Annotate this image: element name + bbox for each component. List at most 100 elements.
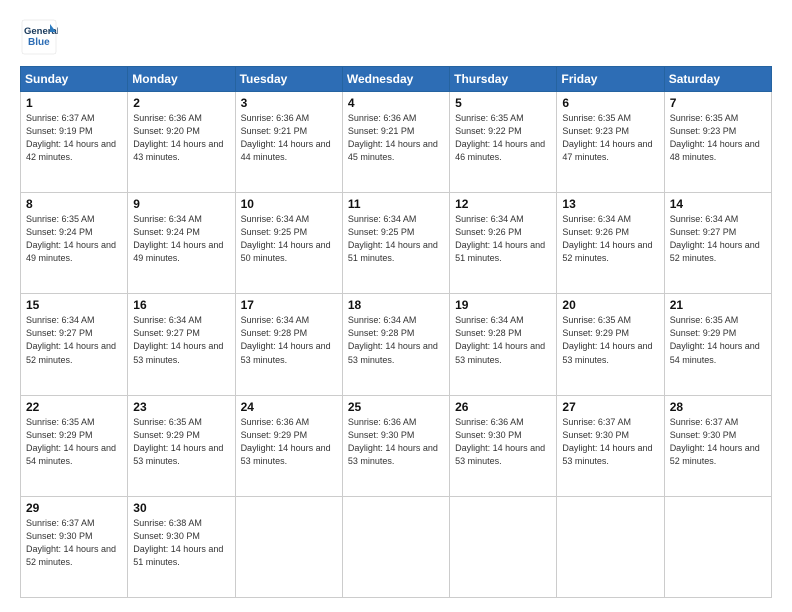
- calendar-cell: 26 Sunrise: 6:36 AMSunset: 9:30 PMDaylig…: [450, 395, 557, 496]
- week-row-4: 22 Sunrise: 6:35 AMSunset: 9:29 PMDaylig…: [21, 395, 772, 496]
- day-number: 4: [348, 96, 444, 110]
- day-number: 25: [348, 400, 444, 414]
- day-header-wednesday: Wednesday: [342, 67, 449, 92]
- calendar-cell: 7 Sunrise: 6:35 AMSunset: 9:23 PMDayligh…: [664, 92, 771, 193]
- calendar-cell: 3 Sunrise: 6:36 AMSunset: 9:21 PMDayligh…: [235, 92, 342, 193]
- day-info: Sunrise: 6:35 AMSunset: 9:23 PMDaylight:…: [670, 113, 760, 162]
- day-info: Sunrise: 6:34 AMSunset: 9:25 PMDaylight:…: [241, 214, 331, 263]
- logo: General Blue: [20, 18, 58, 56]
- day-number: 13: [562, 197, 658, 211]
- day-info: Sunrise: 6:36 AMSunset: 9:21 PMDaylight:…: [241, 113, 331, 162]
- calendar-cell: [664, 496, 771, 597]
- calendar-cell: 12 Sunrise: 6:34 AMSunset: 9:26 PMDaylig…: [450, 193, 557, 294]
- day-number: 14: [670, 197, 766, 211]
- day-number: 15: [26, 298, 122, 312]
- calendar-cell: 25 Sunrise: 6:36 AMSunset: 9:30 PMDaylig…: [342, 395, 449, 496]
- calendar-table: SundayMondayTuesdayWednesdayThursdayFrid…: [20, 66, 772, 598]
- day-number: 30: [133, 501, 229, 515]
- day-info: Sunrise: 6:36 AMSunset: 9:30 PMDaylight:…: [348, 417, 438, 466]
- calendar-cell: [557, 496, 664, 597]
- day-info: Sunrise: 6:35 AMSunset: 9:22 PMDaylight:…: [455, 113, 545, 162]
- calendar-cell: 8 Sunrise: 6:35 AMSunset: 9:24 PMDayligh…: [21, 193, 128, 294]
- day-info: Sunrise: 6:35 AMSunset: 9:24 PMDaylight:…: [26, 214, 116, 263]
- day-info: Sunrise: 6:34 AMSunset: 9:26 PMDaylight:…: [562, 214, 652, 263]
- week-row-1: 1 Sunrise: 6:37 AMSunset: 9:19 PMDayligh…: [21, 92, 772, 193]
- calendar-cell: 22 Sunrise: 6:35 AMSunset: 9:29 PMDaylig…: [21, 395, 128, 496]
- day-number: 23: [133, 400, 229, 414]
- calendar-cell: 17 Sunrise: 6:34 AMSunset: 9:28 PMDaylig…: [235, 294, 342, 395]
- day-info: Sunrise: 6:35 AMSunset: 9:23 PMDaylight:…: [562, 113, 652, 162]
- day-info: Sunrise: 6:34 AMSunset: 9:25 PMDaylight:…: [348, 214, 438, 263]
- calendar-header-row: SundayMondayTuesdayWednesdayThursdayFrid…: [21, 67, 772, 92]
- day-info: Sunrise: 6:37 AMSunset: 9:30 PMDaylight:…: [26, 518, 116, 567]
- day-info: Sunrise: 6:37 AMSunset: 9:30 PMDaylight:…: [562, 417, 652, 466]
- logo-svg: General Blue: [20, 18, 58, 56]
- calendar-cell: 5 Sunrise: 6:35 AMSunset: 9:22 PMDayligh…: [450, 92, 557, 193]
- day-header-sunday: Sunday: [21, 67, 128, 92]
- day-number: 28: [670, 400, 766, 414]
- day-info: Sunrise: 6:36 AMSunset: 9:30 PMDaylight:…: [455, 417, 545, 466]
- calendar-cell: [342, 496, 449, 597]
- calendar-cell: 1 Sunrise: 6:37 AMSunset: 9:19 PMDayligh…: [21, 92, 128, 193]
- day-number: 2: [133, 96, 229, 110]
- calendar-cell: 2 Sunrise: 6:36 AMSunset: 9:20 PMDayligh…: [128, 92, 235, 193]
- calendar-cell: 20 Sunrise: 6:35 AMSunset: 9:29 PMDaylig…: [557, 294, 664, 395]
- day-number: 20: [562, 298, 658, 312]
- day-number: 8: [26, 197, 122, 211]
- day-number: 24: [241, 400, 337, 414]
- day-header-friday: Friday: [557, 67, 664, 92]
- calendar-cell: 11 Sunrise: 6:34 AMSunset: 9:25 PMDaylig…: [342, 193, 449, 294]
- calendar-cell: 23 Sunrise: 6:35 AMSunset: 9:29 PMDaylig…: [128, 395, 235, 496]
- day-number: 12: [455, 197, 551, 211]
- day-number: 3: [241, 96, 337, 110]
- day-info: Sunrise: 6:36 AMSunset: 9:21 PMDaylight:…: [348, 113, 438, 162]
- calendar-cell: 30 Sunrise: 6:38 AMSunset: 9:30 PMDaylig…: [128, 496, 235, 597]
- day-header-thursday: Thursday: [450, 67, 557, 92]
- calendar-cell: 16 Sunrise: 6:34 AMSunset: 9:27 PMDaylig…: [128, 294, 235, 395]
- day-number: 17: [241, 298, 337, 312]
- calendar-cell: 28 Sunrise: 6:37 AMSunset: 9:30 PMDaylig…: [664, 395, 771, 496]
- calendar-cell: [235, 496, 342, 597]
- page: General Blue SundayMondayTuesdayWednesda…: [0, 0, 792, 612]
- week-row-5: 29 Sunrise: 6:37 AMSunset: 9:30 PMDaylig…: [21, 496, 772, 597]
- calendar-cell: 24 Sunrise: 6:36 AMSunset: 9:29 PMDaylig…: [235, 395, 342, 496]
- week-row-2: 8 Sunrise: 6:35 AMSunset: 9:24 PMDayligh…: [21, 193, 772, 294]
- day-number: 5: [455, 96, 551, 110]
- calendar-cell: 19 Sunrise: 6:34 AMSunset: 9:28 PMDaylig…: [450, 294, 557, 395]
- calendar-cell: 29 Sunrise: 6:37 AMSunset: 9:30 PMDaylig…: [21, 496, 128, 597]
- day-info: Sunrise: 6:35 AMSunset: 9:29 PMDaylight:…: [670, 315, 760, 364]
- day-number: 6: [562, 96, 658, 110]
- day-number: 9: [133, 197, 229, 211]
- day-header-monday: Monday: [128, 67, 235, 92]
- day-info: Sunrise: 6:34 AMSunset: 9:27 PMDaylight:…: [670, 214, 760, 263]
- day-number: 11: [348, 197, 444, 211]
- day-info: Sunrise: 6:34 AMSunset: 9:26 PMDaylight:…: [455, 214, 545, 263]
- day-info: Sunrise: 6:35 AMSunset: 9:29 PMDaylight:…: [26, 417, 116, 466]
- calendar-cell: 4 Sunrise: 6:36 AMSunset: 9:21 PMDayligh…: [342, 92, 449, 193]
- day-header-saturday: Saturday: [664, 67, 771, 92]
- day-header-tuesday: Tuesday: [235, 67, 342, 92]
- day-info: Sunrise: 6:34 AMSunset: 9:27 PMDaylight:…: [133, 315, 223, 364]
- day-number: 19: [455, 298, 551, 312]
- day-info: Sunrise: 6:34 AMSunset: 9:28 PMDaylight:…: [455, 315, 545, 364]
- svg-text:Blue: Blue: [28, 37, 50, 48]
- day-number: 7: [670, 96, 766, 110]
- day-info: Sunrise: 6:34 AMSunset: 9:27 PMDaylight:…: [26, 315, 116, 364]
- day-number: 22: [26, 400, 122, 414]
- day-info: Sunrise: 6:37 AMSunset: 9:30 PMDaylight:…: [670, 417, 760, 466]
- day-info: Sunrise: 6:34 AMSunset: 9:28 PMDaylight:…: [241, 315, 331, 364]
- calendar-cell: 6 Sunrise: 6:35 AMSunset: 9:23 PMDayligh…: [557, 92, 664, 193]
- day-info: Sunrise: 6:34 AMSunset: 9:24 PMDaylight:…: [133, 214, 223, 263]
- calendar-cell: 13 Sunrise: 6:34 AMSunset: 9:26 PMDaylig…: [557, 193, 664, 294]
- day-number: 27: [562, 400, 658, 414]
- header: General Blue: [20, 18, 772, 56]
- day-info: Sunrise: 6:34 AMSunset: 9:28 PMDaylight:…: [348, 315, 438, 364]
- day-number: 16: [133, 298, 229, 312]
- calendar-cell: 18 Sunrise: 6:34 AMSunset: 9:28 PMDaylig…: [342, 294, 449, 395]
- calendar-cell: 14 Sunrise: 6:34 AMSunset: 9:27 PMDaylig…: [664, 193, 771, 294]
- day-number: 10: [241, 197, 337, 211]
- day-info: Sunrise: 6:37 AMSunset: 9:19 PMDaylight:…: [26, 113, 116, 162]
- day-number: 21: [670, 298, 766, 312]
- day-info: Sunrise: 6:38 AMSunset: 9:30 PMDaylight:…: [133, 518, 223, 567]
- day-number: 1: [26, 96, 122, 110]
